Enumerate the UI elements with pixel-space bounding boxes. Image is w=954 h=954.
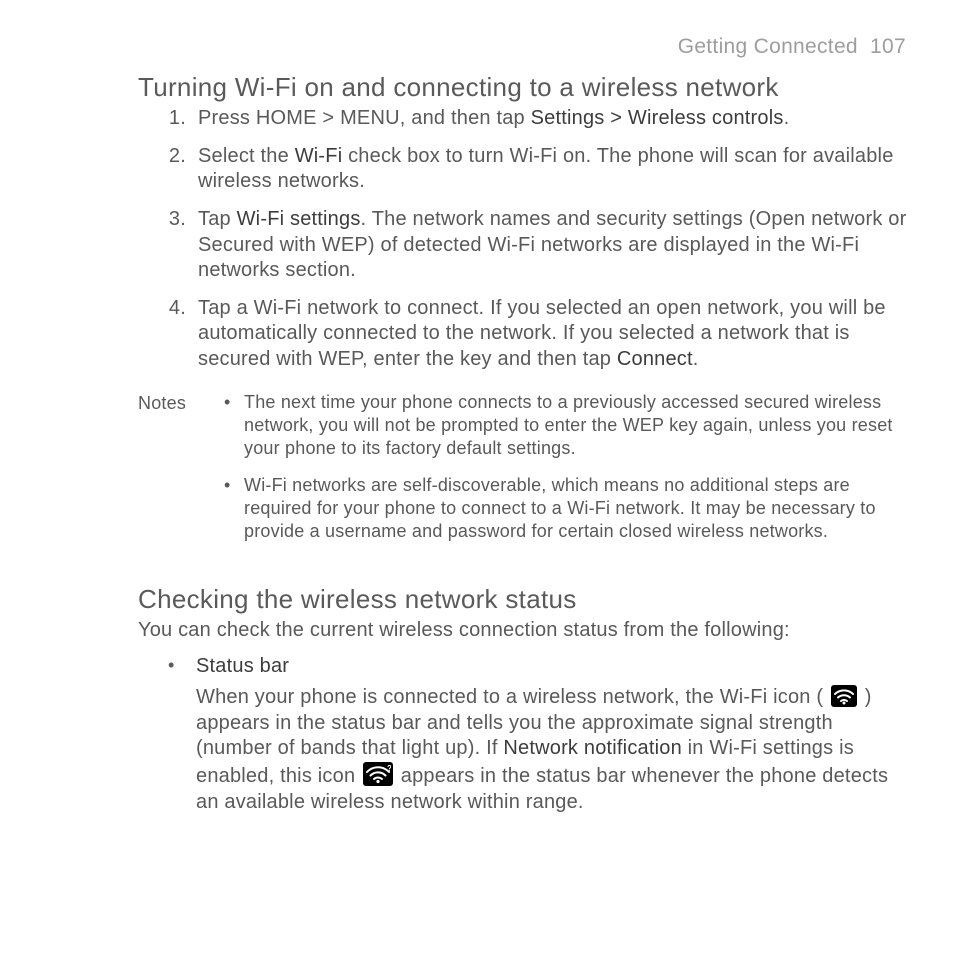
running-header: Getting Connected 107 — [678, 34, 906, 61]
steps-list: 1. Press HOME > MENU, and then tap Setti… — [162, 106, 908, 372]
step-number: 1. — [162, 106, 186, 132]
path-settings-wireless: Settings > Wireless controls — [531, 107, 784, 129]
step-text: Select the Wi-Fi check box to turn Wi-Fi… — [198, 145, 894, 193]
step-text: Tap Wi-Fi settings. The network names an… — [198, 208, 906, 281]
wifi-label: Wi-Fi — [295, 145, 343, 167]
status-bar-paragraph: When your phone is connected to a wirele… — [196, 685, 908, 815]
notes-block: Notes The next time your phone connects … — [138, 391, 908, 557]
step-number: 2. — [162, 144, 186, 170]
section-name: Getting Connected — [678, 35, 858, 58]
step-1: 1. Press HOME > MENU, and then tap Setti… — [162, 106, 908, 132]
heading-checking-status: Checking the wireless network status — [138, 583, 908, 616]
page-number: 107 — [870, 35, 906, 58]
check-intro: You can check the current wireless conne… — [138, 618, 908, 644]
step-text: Tap a Wi-Fi network to connect. If you s… — [198, 297, 886, 370]
status-bar-item: Status bar When your phone is connected … — [166, 654, 908, 816]
notes-label: Notes — [138, 391, 194, 557]
svg-text:?: ? — [387, 764, 391, 773]
page-body: Turning Wi-Fi on and connecting to a wir… — [138, 71, 908, 815]
step-number: 4. — [162, 296, 186, 322]
step-4: 4. Tap a Wi-Fi network to connect. If yo… — [162, 296, 908, 373]
note-text: The next time your phone connects to a p… — [244, 392, 893, 458]
step-2: 2. Select the Wi-Fi check box to turn Wi… — [162, 144, 908, 195]
status-bar-title: Status bar — [196, 654, 908, 680]
notes-list: The next time your phone connects to a p… — [224, 391, 904, 557]
note-text: Wi-Fi networks are self-discoverable, wh… — [244, 475, 876, 541]
connect-label: Connect — [617, 348, 693, 370]
step-3: 3. Tap Wi-Fi settings. The network names… — [162, 207, 908, 284]
network-notification-label: Network notification — [503, 737, 682, 759]
status-sources-list: Status bar When your phone is connected … — [166, 654, 908, 816]
note-item: The next time your phone connects to a p… — [224, 391, 904, 460]
step-number: 3. — [162, 207, 186, 233]
heading-turning-wifi-on: Turning Wi-Fi on and connecting to a wir… — [138, 71, 908, 104]
wifi-notify-icon: ? — [363, 762, 393, 786]
note-item: Wi-Fi networks are self-discoverable, wh… — [224, 474, 904, 543]
wifi-signal-icon — [831, 685, 857, 707]
step-text: Press HOME > MENU, and then tap Settings… — [198, 107, 789, 129]
wifi-settings-label: Wi-Fi settings — [237, 208, 361, 230]
